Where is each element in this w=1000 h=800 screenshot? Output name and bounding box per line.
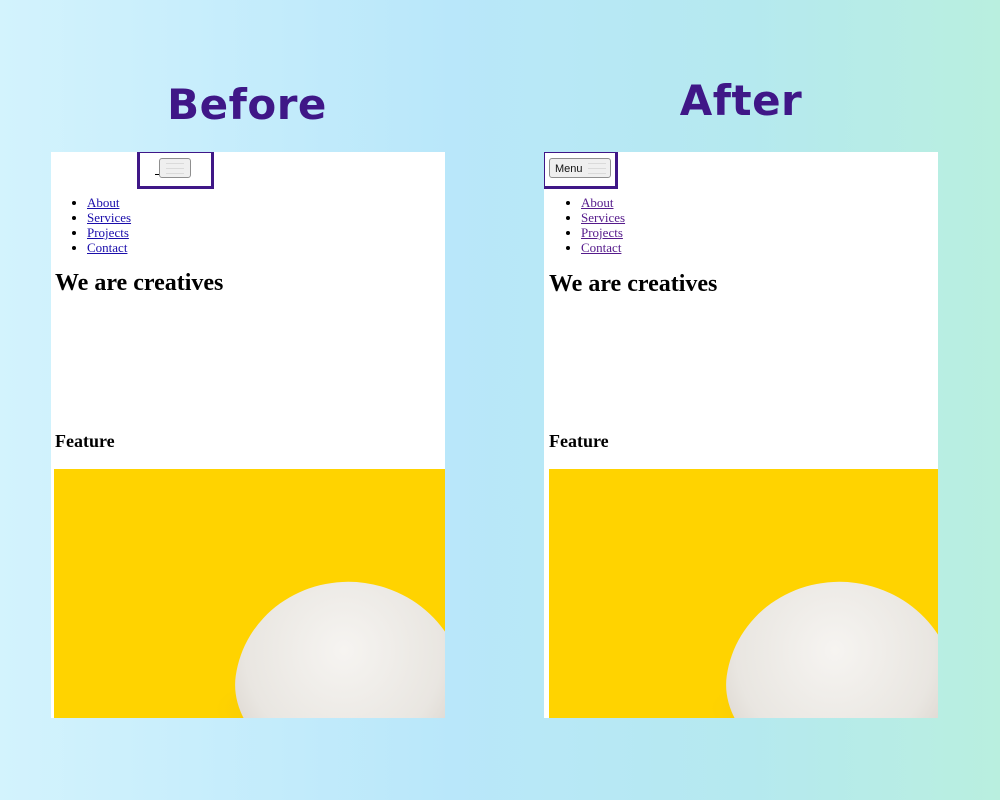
nav-item-services: Services bbox=[87, 210, 131, 225]
hero-heading: We are creatives bbox=[549, 271, 718, 297]
nav-link-about[interactable]: About bbox=[87, 195, 120, 210]
feature-image bbox=[549, 469, 938, 718]
nav-link-contact[interactable]: Contact bbox=[581, 240, 621, 255]
nav-list: About Services Projects Contact bbox=[87, 195, 131, 255]
feature-heading: Feature bbox=[55, 431, 115, 451]
feature-heading: Feature bbox=[549, 431, 609, 451]
highlight-box bbox=[137, 152, 214, 189]
nav-link-contact[interactable]: Contact bbox=[87, 240, 127, 255]
highlight-box bbox=[544, 152, 618, 189]
nav-link-projects[interactable]: Projects bbox=[581, 225, 623, 240]
egg-icon bbox=[223, 566, 445, 718]
nav-item-contact: Contact bbox=[581, 240, 625, 255]
nav-item-services: Services bbox=[581, 210, 625, 225]
before-panel: About Services Projects Contact We are c… bbox=[51, 152, 445, 718]
egg-icon bbox=[714, 566, 938, 718]
nav-item-about: About bbox=[581, 195, 625, 210]
after-caption: After bbox=[679, 76, 803, 125]
feature-image bbox=[54, 469, 445, 718]
nav-link-services[interactable]: Services bbox=[87, 210, 131, 225]
nav-link-projects[interactable]: Projects bbox=[87, 225, 129, 240]
nav-link-services[interactable]: Services bbox=[581, 210, 625, 225]
nav-link-about[interactable]: About bbox=[581, 195, 614, 210]
nav-list: About Services Projects Contact bbox=[581, 195, 625, 255]
nav-item-about: About bbox=[87, 195, 131, 210]
before-caption: Before bbox=[167, 80, 327, 129]
after-panel: Menu About Services Projects Contact We … bbox=[544, 152, 938, 718]
nav-item-projects: Projects bbox=[87, 225, 131, 240]
nav-item-contact: Contact bbox=[87, 240, 131, 255]
hero-heading: We are creatives bbox=[55, 270, 224, 296]
nav-item-projects: Projects bbox=[581, 225, 625, 240]
